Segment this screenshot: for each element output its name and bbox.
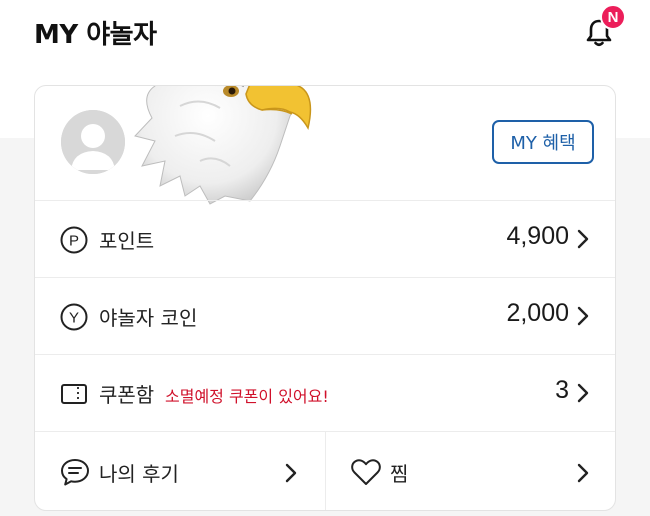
bottom-links: 나의 후기 찜 xyxy=(35,431,615,510)
my-benefit-button[interactable]: MY 혜택 xyxy=(492,120,594,164)
wishlist-button[interactable]: 찜 xyxy=(326,432,615,510)
points-value: 4,900 xyxy=(506,222,569,250)
coupon-count: 3 xyxy=(555,376,569,404)
point-circle-icon: P xyxy=(60,226,88,254)
my-info-card: MY 혜택 P 포인트 4,900 Y 야놀자 코인 2,000 쿠폰함 소멸예… xyxy=(34,85,616,511)
profile-section: MY 혜택 xyxy=(35,86,615,205)
points-row[interactable]: P 포인트 4,900 xyxy=(35,200,615,277)
svg-text:Y: Y xyxy=(69,310,79,327)
app-header: MY 야놀자 N xyxy=(0,0,650,62)
points-label: 포인트 xyxy=(99,229,155,253)
coupon-expiry-notice: 소멸예정 쿠폰이 있어요! xyxy=(165,387,329,406)
notification-button[interactable]: N xyxy=(580,4,626,52)
wishlist-label: 찜 xyxy=(390,462,409,486)
svg-text:P: P xyxy=(69,233,79,250)
chevron-right-icon xyxy=(577,306,589,326)
bald-eagle-image xyxy=(134,86,312,205)
chevron-right-icon xyxy=(577,383,589,403)
coin-label: 야놀자 코인 xyxy=(99,306,198,330)
chevron-right-icon xyxy=(285,463,297,483)
my-reviews-label: 나의 후기 xyxy=(99,462,179,486)
heart-icon xyxy=(351,459,381,485)
notification-badge: N xyxy=(600,4,626,30)
default-avatar-icon[interactable] xyxy=(61,110,125,174)
my-reviews-button[interactable]: 나의 후기 xyxy=(35,432,326,510)
coupon-label: 쿠폰함 xyxy=(99,383,155,407)
chevron-right-icon xyxy=(577,229,589,249)
coupon-icon xyxy=(61,384,87,404)
chat-bubble-icon xyxy=(61,459,89,486)
chevron-right-icon xyxy=(577,463,589,483)
yanolja-coin-row[interactable]: Y 야놀자 코인 2,000 xyxy=(35,277,615,354)
coupon-row[interactable]: 쿠폰함 소멸예정 쿠폰이 있어요! 3 xyxy=(35,354,615,431)
page-title: MY 야놀자 xyxy=(34,20,157,50)
coin-value: 2,000 xyxy=(506,299,569,327)
yanolja-coin-icon: Y xyxy=(60,303,88,331)
